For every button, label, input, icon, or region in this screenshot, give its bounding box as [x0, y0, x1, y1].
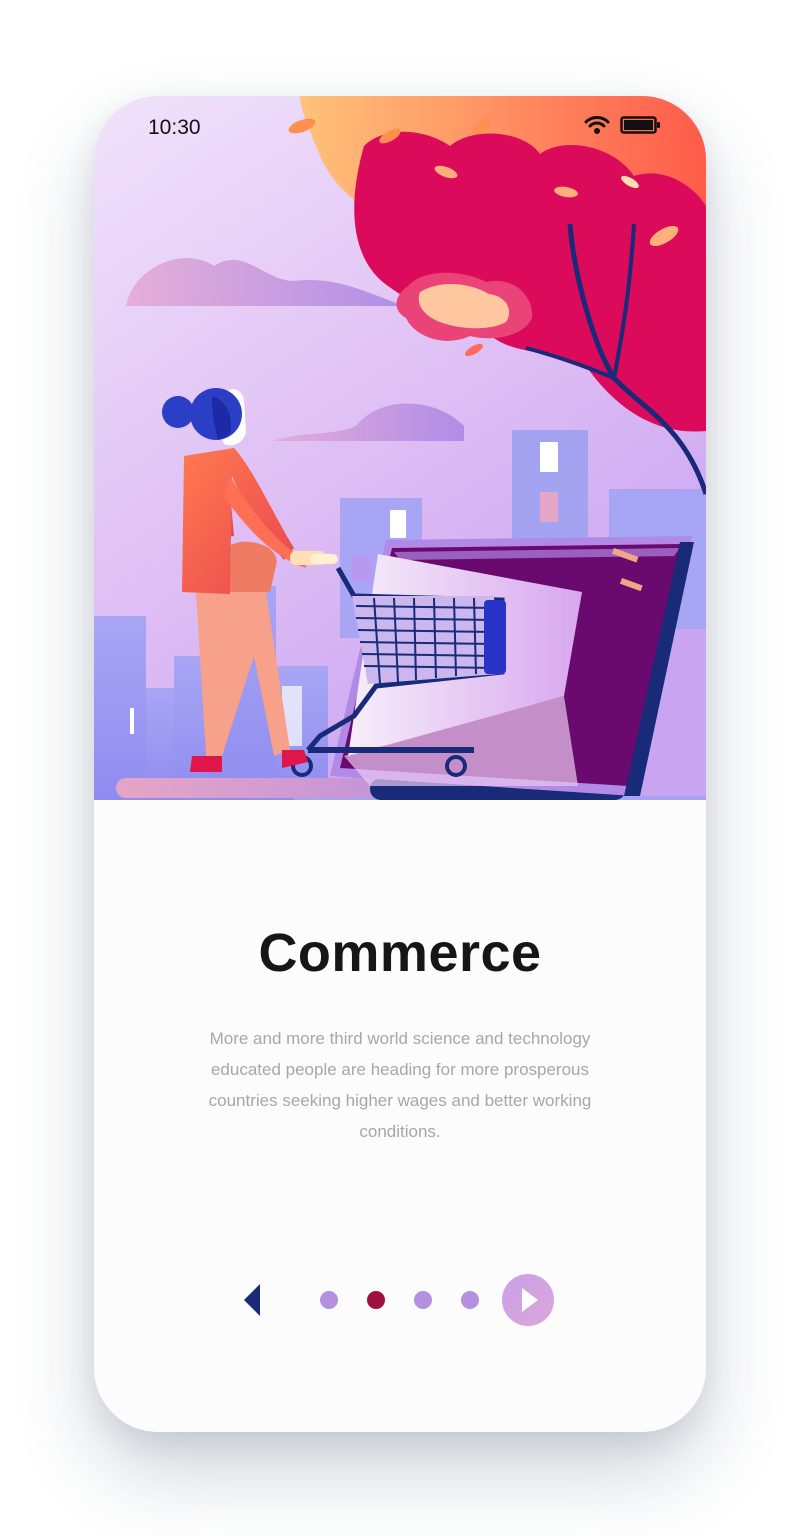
page-title: Commerce	[258, 923, 542, 983]
next-button[interactable]	[502, 1274, 554, 1326]
chevron-right-icon	[522, 1288, 538, 1312]
page-description: More and more third world science and te…	[208, 1029, 592, 1141]
hero-illustration	[94, 96, 706, 800]
wifi-icon	[584, 114, 610, 141]
page-dot-2[interactable]	[367, 1291, 385, 1309]
page-dot-3[interactable]	[414, 1291, 432, 1309]
status-bar: 10:30	[94, 96, 706, 156]
chevron-left-icon	[244, 1284, 260, 1316]
pager	[94, 1270, 706, 1330]
previous-button[interactable]	[242, 1284, 264, 1316]
status-time: 10:30	[148, 116, 201, 139]
page-dot-4[interactable]	[461, 1291, 479, 1309]
battery-icon	[620, 114, 662, 141]
phone-screen: 10:30 Commerce More and more third world…	[94, 96, 706, 1432]
shopping-illustration	[94, 96, 706, 800]
onboarding-content: Commerce More and more third world scien…	[94, 800, 706, 1432]
status-icons	[584, 114, 662, 141]
page-dot-1[interactable]	[320, 1291, 338, 1309]
